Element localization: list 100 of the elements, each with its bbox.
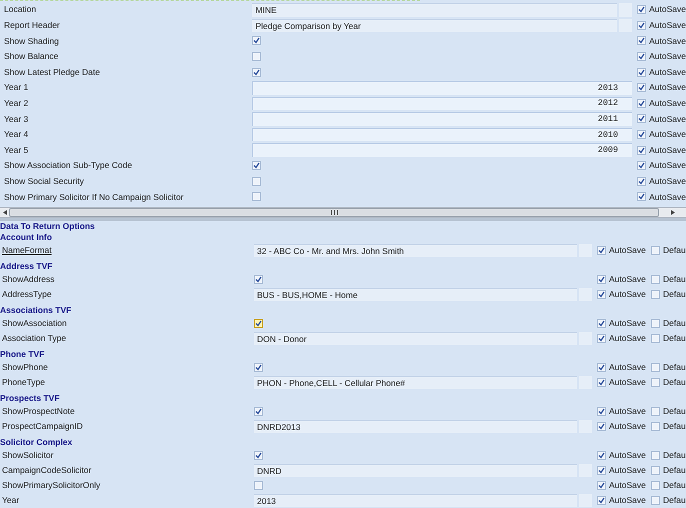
checkbox[interactable] xyxy=(637,161,646,170)
checkbox-label: AutoSave xyxy=(649,128,686,141)
checkbox[interactable] xyxy=(254,407,263,416)
text-field[interactable]: BUS - BUS,HOME - Home xyxy=(254,288,577,301)
checkbox[interactable] xyxy=(597,334,606,343)
checkbox[interactable] xyxy=(254,275,263,284)
text-field[interactable]: 2013 xyxy=(254,494,577,507)
number-field[interactable]: 2013 xyxy=(252,80,632,95)
setting-label: Year 1 xyxy=(3,81,30,94)
number-field[interactable]: 2011 xyxy=(252,112,632,126)
text-field[interactable]: DNRD2013 xyxy=(254,420,577,433)
checkbox[interactable] xyxy=(637,36,646,46)
number-field[interactable]: 2012 xyxy=(252,96,632,110)
checkbox[interactable] xyxy=(254,481,263,490)
checkbox-label: AutoSave xyxy=(649,66,686,79)
checkbox[interactable] xyxy=(252,36,262,46)
option-label: ShowPrimarySolicitorOnly xyxy=(1,479,102,492)
checkbox-label: AutoSave xyxy=(649,3,686,16)
checkbox[interactable] xyxy=(637,68,646,77)
horizontal-scrollbar[interactable] xyxy=(0,206,686,218)
checkbox-label: Defau xyxy=(663,464,686,477)
text-field[interactable]: MINE xyxy=(252,3,618,17)
checkbox[interactable] xyxy=(651,496,660,505)
checkbox[interactable] xyxy=(597,290,606,299)
checkbox-label: AutoSave xyxy=(649,50,686,63)
text-field[interactable]: PHON - Phone,CELL - Cellular Phone# xyxy=(254,376,577,389)
checkbox[interactable] xyxy=(254,319,263,328)
checkbox[interactable] xyxy=(597,378,606,387)
checkbox[interactable] xyxy=(597,481,606,490)
setting-label: Show Shading xyxy=(3,34,60,48)
checkbox[interactable] xyxy=(651,422,660,431)
checkbox-label: AutoSave xyxy=(609,464,646,477)
checkbox[interactable] xyxy=(637,130,646,140)
checkbox-label: AutoSave xyxy=(649,81,686,94)
checkbox[interactable] xyxy=(651,275,660,284)
option-label: ShowSolicitor xyxy=(1,449,54,462)
option-label: AddressType xyxy=(1,288,53,301)
option-label: CampaignCodeSolicitor xyxy=(1,464,92,477)
group-title: Phone TVF xyxy=(0,349,46,360)
checkbox[interactable] xyxy=(637,52,646,62)
checkbox[interactable] xyxy=(637,5,646,14)
checkbox[interactable] xyxy=(254,451,263,460)
text-field[interactable]: 32 - ABC Co - Mr. and Mrs. John Smith xyxy=(254,244,577,257)
checkbox[interactable] xyxy=(637,20,646,30)
checkbox[interactable] xyxy=(651,334,660,343)
group-title: Prospects TVF xyxy=(0,393,61,404)
checkbox[interactable] xyxy=(597,363,606,372)
checkbox[interactable] xyxy=(254,363,263,372)
setting-label: Location xyxy=(3,3,38,16)
checkbox[interactable] xyxy=(252,52,262,62)
scrollbar-thumb[interactable] xyxy=(9,208,659,218)
setting-label: Year 2 xyxy=(3,96,30,110)
checkbox[interactable] xyxy=(651,246,660,255)
option-label: ShowAddress xyxy=(1,273,56,286)
checkbox[interactable] xyxy=(651,319,660,328)
checkbox-label: AutoSave xyxy=(609,361,646,374)
checkbox[interactable] xyxy=(597,246,606,255)
text-field[interactable]: Pledge Comparison by Year xyxy=(252,18,618,32)
checkbox-label: Defau xyxy=(663,361,686,374)
checkbox[interactable] xyxy=(597,496,606,505)
checkbox-label: Defau xyxy=(663,317,686,330)
setting-label: Year 5 xyxy=(3,144,30,157)
setting-label: Show Social Security xyxy=(3,174,85,188)
text-field[interactable]: DON - Donor xyxy=(254,332,577,345)
checkbox[interactable] xyxy=(597,466,606,475)
checkbox[interactable] xyxy=(252,68,262,77)
checkbox[interactable] xyxy=(651,481,660,490)
checkbox[interactable] xyxy=(651,363,660,372)
checkbox[interactable] xyxy=(651,407,660,416)
checkbox[interactable] xyxy=(252,176,262,186)
checkbox[interactable] xyxy=(637,83,646,92)
checkbox-label: AutoSave xyxy=(649,112,686,126)
checkbox[interactable] xyxy=(637,114,646,124)
group-title: Account Info xyxy=(0,232,53,243)
checkbox[interactable] xyxy=(651,378,660,387)
checkbox[interactable] xyxy=(651,466,660,475)
checkbox[interactable] xyxy=(637,176,646,186)
number-field[interactable]: 2010 xyxy=(252,128,632,142)
group-title: Address TVF xyxy=(0,261,54,272)
checkbox[interactable] xyxy=(597,422,606,431)
grip-icon xyxy=(330,210,338,215)
checkbox-label: AutoSave xyxy=(649,159,686,172)
checkbox[interactable] xyxy=(597,319,606,328)
checkbox[interactable] xyxy=(597,275,606,284)
checkbox[interactable] xyxy=(597,451,606,460)
checkbox-label: Defau xyxy=(663,494,686,507)
checkbox[interactable] xyxy=(597,407,606,416)
checkbox[interactable] xyxy=(637,146,646,155)
checkbox[interactable] xyxy=(637,192,646,202)
number-field[interactable]: 2009 xyxy=(252,143,632,157)
checkbox[interactable] xyxy=(252,161,262,170)
checkbox[interactable] xyxy=(651,451,660,460)
text-field[interactable]: DNRD xyxy=(254,464,577,477)
setting-label: Show Balance xyxy=(3,50,60,63)
checkbox-label: AutoSave xyxy=(649,174,686,188)
option-label[interactable]: NameFormat xyxy=(0,244,254,257)
checkbox-label: AutoSave xyxy=(609,376,646,389)
checkbox[interactable] xyxy=(651,290,660,299)
checkbox[interactable] xyxy=(252,192,262,202)
checkbox[interactable] xyxy=(637,98,646,108)
